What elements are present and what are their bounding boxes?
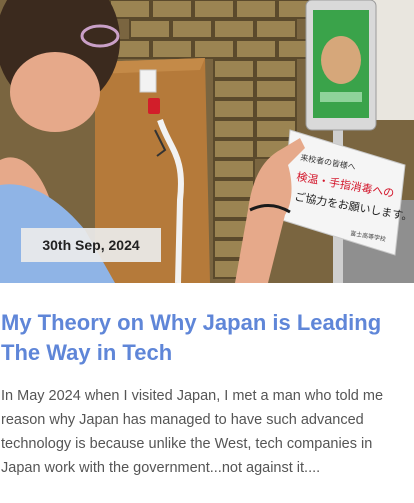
post-title-link[interactable]: My Theory on Why Japan is Leading The Wa… [1, 308, 411, 368]
post-excerpt: In May 2024 when I visited Japan, I met … [1, 388, 384, 476]
blog-post-card[interactable]: 来校者の皆様へ 検温・手指消毒への ご協力をお願いします。 富士高等学校 30t… [0, 0, 414, 503]
date-badge: 30th Sep, 2024 [21, 228, 161, 262]
featured-image[interactable]: 来校者の皆様へ 検温・手指消毒への ご協力をお願いします。 富士高等学校 30t… [0, 0, 414, 283]
